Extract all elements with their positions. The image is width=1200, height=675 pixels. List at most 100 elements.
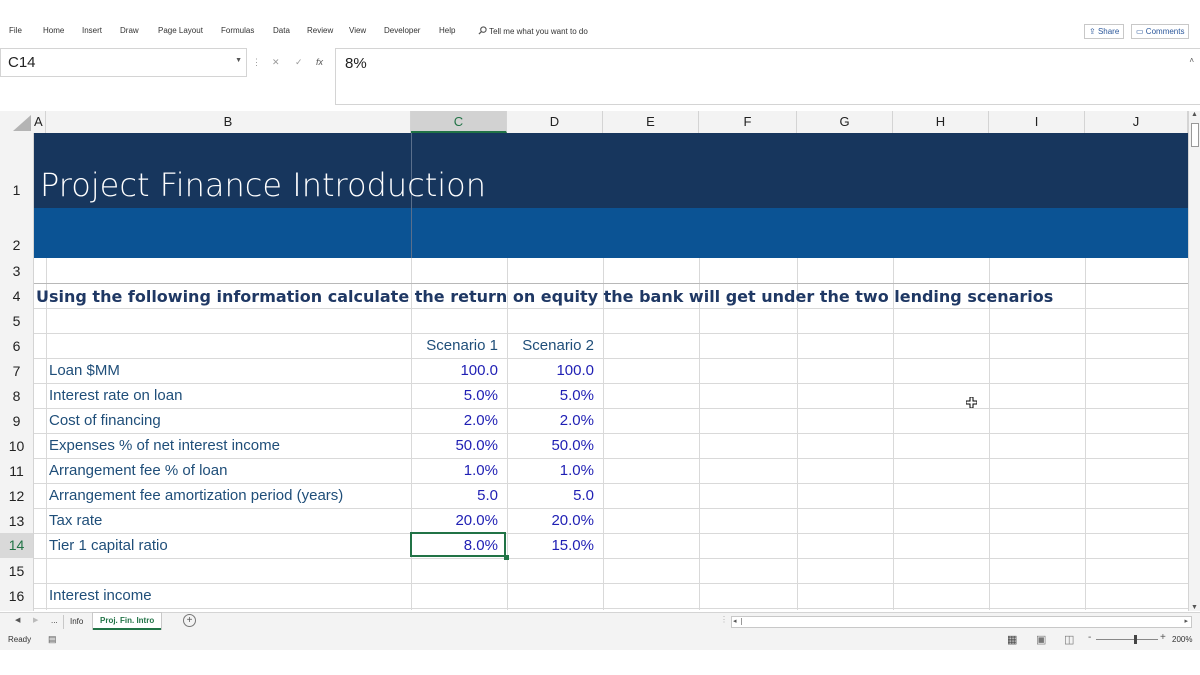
tab-help[interactable]: Help — [439, 26, 455, 35]
row-header[interactable]: 2 — [0, 237, 33, 253]
tab-insert[interactable]: Insert — [82, 26, 102, 35]
zoom-level[interactable]: 200% — [1172, 635, 1192, 644]
split-handle-icon[interactable]: ⋮ — [720, 615, 728, 624]
column-header-h[interactable]: H — [893, 111, 989, 133]
row-header[interactable]: 12 — [0, 488, 33, 504]
ribbon-tabs: File Home Insert Draw Page Layout Formul… — [0, 20, 1200, 42]
formula-bar[interactable]: 8% ˄ — [335, 48, 1200, 105]
fill-handle[interactable] — [504, 555, 509, 560]
page-layout-view-icon[interactable]: ▣ — [1036, 633, 1046, 646]
share-button[interactable]: ⇪ Share — [1084, 24, 1125, 39]
collapse-icon[interactable]: ˄ — [1189, 56, 1194, 65]
tab-home[interactable]: Home — [43, 26, 64, 35]
scenario-2-value[interactable]: 100.0 — [507, 362, 594, 379]
scenario-1-value[interactable]: 5.0% — [411, 387, 498, 404]
tab-data[interactable]: Data — [273, 26, 290, 35]
zoom-slider-thumb[interactable] — [1134, 635, 1137, 644]
row-header[interactable]: 9 — [0, 413, 33, 429]
scroll-thumb[interactable] — [1191, 123, 1199, 147]
scenario-2-value[interactable]: 5.0% — [507, 387, 594, 404]
row-header[interactable]: 11 — [0, 463, 33, 479]
column-header-j[interactable]: J — [1085, 111, 1188, 133]
scroll-left-icon[interactable]: ◂ — [733, 617, 737, 627]
gridline — [33, 483, 1188, 484]
column-header-b[interactable]: B — [46, 111, 411, 133]
column-header-c[interactable]: C — [411, 111, 507, 133]
name-box[interactable]: C14 ▼ — [0, 48, 247, 77]
scroll-up-icon[interactable]: ▲ — [1191, 111, 1198, 118]
scenario-1-value[interactable]: 100.0 — [411, 362, 498, 379]
zoom-out-button[interactable]: - — [1088, 632, 1091, 643]
row-header[interactable]: 3 — [0, 263, 33, 279]
enter-icon[interactable]: ✓ — [295, 57, 303, 68]
column-header-a[interactable]: A — [33, 111, 46, 133]
insert-function-button[interactable]: fx — [316, 57, 323, 67]
scenario-2-value[interactable]: 5.0 — [507, 487, 594, 504]
scenario-2-value[interactable]: 20.0% — [507, 512, 594, 529]
comment-icon: ▭ — [1136, 27, 1144, 36]
row-header[interactable]: 8 — [0, 388, 33, 404]
scenario-1-value[interactable]: 20.0% — [411, 512, 498, 529]
horizontal-scrollbar[interactable]: ◂ ▸ — [731, 616, 1192, 628]
normal-view-icon[interactable]: ▦ — [1007, 633, 1017, 646]
column-header-e[interactable]: E — [603, 111, 699, 133]
row-header[interactable]: 15 — [0, 563, 33, 579]
row-header[interactable]: 10 — [0, 438, 33, 454]
horizontal-scroll-thumb[interactable] — [741, 618, 1134, 625]
previous-sheet-icon[interactable]: ◀ — [15, 616, 20, 624]
page-break-view-icon[interactable]: ◫ — [1064, 633, 1074, 646]
input-label: Tax rate — [49, 512, 103, 529]
scenario-2-value[interactable]: 2.0% — [507, 412, 594, 429]
column-header-f[interactable]: F — [699, 111, 797, 133]
chevron-down-icon[interactable]: ▼ — [235, 57, 242, 64]
tab-view[interactable]: View — [349, 26, 366, 35]
row-header[interactable]: 5 — [0, 313, 33, 329]
scenario-1-value[interactable]: 5.0 — [411, 487, 498, 504]
sheet-tab-info[interactable]: Info — [63, 615, 89, 629]
tell-me-box[interactable]: Tell me what you want to do — [478, 26, 588, 36]
zoom-in-button[interactable]: + — [1160, 632, 1166, 643]
zoom-slider[interactable] — [1096, 639, 1158, 640]
scenario-1-value[interactable]: 1.0% — [411, 462, 498, 479]
input-label: Loan $MM — [49, 362, 120, 379]
row-header[interactable]: 1 — [0, 182, 33, 198]
scenario-2-value[interactable]: 50.0% — [507, 437, 594, 454]
column-header-i[interactable]: I — [989, 111, 1085, 133]
next-sheet-icon[interactable]: ▶ — [33, 616, 38, 624]
vertical-scrollbar[interactable]: ▲ ▼ — [1188, 111, 1200, 611]
tab-page-layout[interactable]: Page Layout — [158, 26, 203, 35]
scenario-1-value[interactable]: 8.0% — [411, 537, 498, 554]
gridline — [33, 408, 1188, 409]
row-header[interactable]: 13 — [0, 513, 33, 529]
cancel-icon[interactable]: ✕ — [272, 57, 280, 68]
row-header[interactable]: 6 — [0, 338, 33, 354]
row-header[interactable]: 16 — [0, 588, 33, 604]
gridline — [33, 558, 1188, 559]
status-bar: Ready ▤ ▦ ▣ ◫ - + 200% — [0, 630, 1200, 650]
cursor-crosshair-icon — [966, 397, 977, 408]
tab-review[interactable]: Review — [307, 26, 333, 35]
scroll-right-icon[interactable]: ▸ — [1184, 617, 1188, 627]
scenario-2-value[interactable]: 1.0% — [507, 462, 594, 479]
add-sheet-button[interactable]: + — [183, 614, 196, 627]
macro-record-icon[interactable]: ▤ — [48, 634, 57, 645]
scenario-1-value[interactable]: 2.0% — [411, 412, 498, 429]
input-label: Tier 1 capital ratio — [49, 537, 168, 554]
tab-developer[interactable]: Developer — [384, 26, 420, 35]
comments-button[interactable]: ▭ Comments — [1131, 24, 1190, 39]
tab-file[interactable]: File — [9, 26, 22, 35]
gridline — [33, 583, 1188, 584]
scenario-1-value[interactable]: 50.0% — [411, 437, 498, 454]
column-header-d[interactable]: D — [507, 111, 603, 133]
row-header-selected[interactable]: 14 — [0, 533, 33, 558]
column-header-g[interactable]: G — [797, 111, 893, 133]
row-header[interactable]: 7 — [0, 363, 33, 379]
sheet-tab-active[interactable]: Proj. Fin. Intro — [93, 613, 162, 630]
select-all-corner[interactable] — [0, 111, 33, 133]
tab-draw[interactable]: Draw — [120, 26, 139, 35]
more-sheets-button[interactable]: ... — [51, 616, 58, 625]
row-header[interactable]: 4 — [0, 288, 33, 304]
scenario-2-value[interactable]: 15.0% — [507, 537, 594, 554]
tab-formulas[interactable]: Formulas — [221, 26, 254, 35]
scroll-down-icon[interactable]: ▼ — [1191, 604, 1198, 611]
